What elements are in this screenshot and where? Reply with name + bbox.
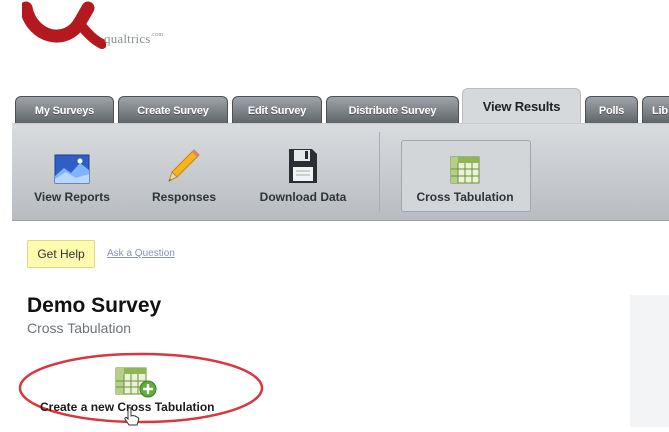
ask-question-link[interactable]: Ask a Question: [107, 248, 175, 259]
chart-image-icon: [54, 146, 90, 184]
brand-name: qualtrics.com: [104, 31, 164, 46]
table-icon: [450, 146, 480, 184]
responses-label: Responses: [151, 190, 217, 204]
tab-create-survey[interactable]: Create Survey: [118, 96, 228, 124]
responses-button[interactable]: Responses: [144, 124, 224, 220]
tab-polls[interactable]: Polls: [585, 96, 638, 124]
survey-title: Demo Survey: [27, 294, 162, 317]
tab-edit-survey[interactable]: Edit Survey: [232, 96, 322, 124]
view-reports-button[interactable]: View Reports: [28, 124, 116, 220]
view-reports-label: View Reports: [34, 190, 110, 204]
download-data-button[interactable]: Download Data: [250, 124, 356, 220]
download-data-label: Download Data: [259, 190, 347, 204]
tab-view-results[interactable]: View Results: [462, 88, 581, 124]
cross-tabulation-button[interactable]: Cross Tabulation: [401, 124, 531, 220]
tab-distribute-survey[interactable]: Distribute Survey: [326, 96, 459, 124]
right-background-panel: [630, 295, 669, 427]
table-add-icon[interactable]: [114, 366, 158, 403]
tab-library[interactable]: Lib: [642, 96, 669, 124]
toolbar-divider: [379, 132, 380, 212]
pencil-icon: [167, 146, 201, 184]
tab-my-surveys[interactable]: My Surveys: [15, 96, 114, 124]
results-toolbar: View Reports Responses Download Data Cro…: [12, 123, 669, 221]
get-help-button[interactable]: Get Help: [27, 240, 95, 268]
cross-tabulation-label: Cross Tabulation: [416, 190, 514, 204]
page-subtitle: Cross Tabulation: [27, 320, 132, 336]
hand-cursor-icon: [124, 407, 140, 432]
floppy-disk-icon: [288, 146, 318, 184]
main-tab-bar: My Surveys Create Survey Edit Survey Dis…: [12, 88, 669, 124]
qualtrics-logo[interactable]: [19, 0, 107, 50]
